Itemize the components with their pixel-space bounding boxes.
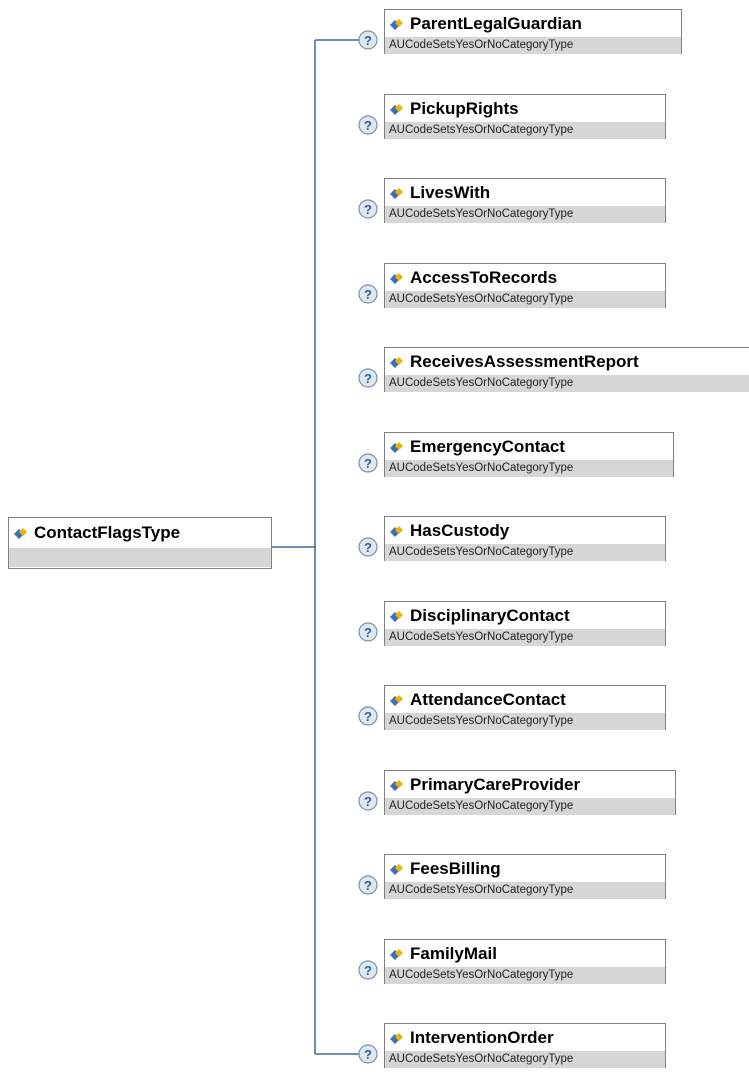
element-box-pickup-rights[interactable]: PickupRights AUCodeSetsYesOrNoCategoryTyp… bbox=[384, 94, 666, 139]
element-icon bbox=[390, 18, 403, 30]
element-name: InterventionOrder bbox=[410, 1027, 554, 1047]
element-box-parent-legal-guardian[interactable]: ParentLegalGuardian AUCodeSetsYesOrNoCate… bbox=[384, 9, 682, 54]
element-box-has-custody[interactable]: HasCustody AUCodeSetsYesOrNoCategoryType bbox=[384, 516, 666, 561]
optional-question-icon: ? bbox=[358, 30, 378, 50]
element-header: ParentLegalGuardian bbox=[385, 10, 681, 37]
element-icon bbox=[390, 694, 403, 706]
root-element-box[interactable]: ContactFlagsType bbox=[8, 517, 272, 569]
root-element-type bbox=[9, 548, 271, 567]
svg-text:?: ? bbox=[364, 287, 372, 302]
element-type: AUCodeSetsYesOrNoCategoryType bbox=[385, 967, 665, 984]
element-header: EmergencyContact bbox=[385, 433, 673, 460]
svg-text:?: ? bbox=[364, 963, 372, 978]
optional-question-icon: ? bbox=[358, 368, 378, 388]
element-icon bbox=[14, 528, 27, 539]
svg-text:?: ? bbox=[364, 794, 372, 809]
element-box-access-to-records[interactable]: AccessToRecords AUCodeSetsYesOrNoCategory… bbox=[384, 263, 666, 308]
element-header: FeesBilling bbox=[385, 855, 665, 882]
element-header: DisciplinaryContact bbox=[385, 602, 665, 629]
svg-text:?: ? bbox=[364, 456, 372, 471]
element-header: InterventionOrder bbox=[385, 1024, 665, 1051]
element-icon bbox=[390, 779, 403, 791]
element-type: AUCodeSetsYesOrNoCategoryType bbox=[385, 713, 665, 730]
svg-text:?: ? bbox=[364, 625, 372, 640]
element-box-receives-assessment-report[interactable]: ReceivesAssessmentReport AUCodeSetsYesOrN… bbox=[384, 347, 749, 392]
element-type: AUCodeSetsYesOrNoCategoryType bbox=[385, 882, 665, 899]
optional-question-icon: ? bbox=[358, 1044, 378, 1064]
element-type: AUCodeSetsYesOrNoCategoryType bbox=[385, 1051, 665, 1068]
optional-question-icon: ? bbox=[358, 453, 378, 473]
svg-text:?: ? bbox=[364, 371, 372, 386]
element-icon bbox=[390, 441, 403, 453]
element-name: PickupRights bbox=[410, 98, 519, 118]
optional-question-icon: ? bbox=[358, 706, 378, 726]
optional-question-icon: ? bbox=[358, 115, 378, 135]
svg-text:?: ? bbox=[364, 1047, 372, 1062]
optional-question-icon: ? bbox=[358, 537, 378, 557]
svg-text:?: ? bbox=[364, 118, 372, 133]
element-header: LivesWith bbox=[385, 179, 665, 206]
element-icon bbox=[390, 1032, 403, 1044]
element-header: AttendanceContact bbox=[385, 686, 665, 713]
element-box-intervention-order[interactable]: InterventionOrder AUCodeSetsYesOrNoCatego… bbox=[384, 1023, 666, 1068]
element-name: AccessToRecords bbox=[410, 267, 558, 287]
element-name: FeesBilling bbox=[410, 858, 501, 878]
svg-text:?: ? bbox=[364, 202, 372, 217]
element-type: AUCodeSetsYesOrNoCategoryType bbox=[385, 544, 665, 561]
optional-question-icon: ? bbox=[358, 199, 378, 219]
element-icon bbox=[390, 610, 403, 622]
element-type: AUCodeSetsYesOrNoCategoryType bbox=[385, 291, 665, 308]
optional-question-icon: ? bbox=[358, 284, 378, 304]
element-header: PrimaryCareProvider bbox=[385, 771, 675, 798]
element-box-lives-with[interactable]: LivesWith AUCodeSetsYesOrNoCategoryType bbox=[384, 178, 666, 223]
element-header: FamilyMail bbox=[385, 940, 665, 967]
element-name: FamilyMail bbox=[410, 943, 497, 963]
element-name: PrimaryCareProvider bbox=[410, 774, 581, 794]
root-element-name: ContactFlagsType bbox=[34, 523, 181, 542]
element-type: AUCodeSetsYesOrNoCategoryType bbox=[385, 206, 665, 223]
svg-text:?: ? bbox=[364, 878, 372, 893]
element-header: ReceivesAssessmentReport bbox=[385, 348, 749, 375]
element-name: AttendanceContact bbox=[410, 689, 566, 709]
element-icon bbox=[390, 525, 403, 537]
element-type: AUCodeSetsYesOrNoCategoryType bbox=[385, 798, 675, 815]
element-icon bbox=[390, 948, 403, 960]
element-type: AUCodeSetsYesOrNoCategoryType bbox=[385, 375, 749, 392]
element-type: AUCodeSetsYesOrNoCategoryType bbox=[385, 629, 665, 646]
element-icon bbox=[390, 356, 403, 368]
element-name: DisciplinaryContact bbox=[410, 605, 570, 625]
element-type: AUCodeSetsYesOrNoCategoryType bbox=[385, 37, 681, 54]
svg-text:?: ? bbox=[364, 33, 372, 48]
element-header: AccessToRecords bbox=[385, 264, 665, 291]
element-box-family-mail[interactable]: FamilyMail AUCodeSetsYesOrNoCategoryType bbox=[384, 939, 666, 984]
element-name: ParentLegalGuardian bbox=[410, 13, 582, 33]
element-icon bbox=[390, 103, 403, 115]
element-box-attendance-contact[interactable]: AttendanceContact AUCodeSetsYesOrNoCatego… bbox=[384, 685, 666, 730]
svg-text:?: ? bbox=[364, 709, 372, 724]
element-box-disciplinary-contact[interactable]: DisciplinaryContact AUCodeSetsYesOrNoCate… bbox=[384, 601, 666, 646]
optional-question-icon: ? bbox=[358, 875, 378, 895]
element-icon bbox=[390, 187, 403, 199]
element-box-fees-billing[interactable]: FeesBilling AUCodeSetsYesOrNoCategoryType bbox=[384, 854, 666, 899]
optional-question-icon: ? bbox=[358, 622, 378, 642]
element-box-emergency-contact[interactable]: EmergencyContact AUCodeSetsYesOrNoCategor… bbox=[384, 432, 674, 477]
element-name: ReceivesAssessmentReport bbox=[410, 351, 639, 371]
svg-text:?: ? bbox=[364, 540, 372, 555]
root-element-header: ContactFlagsType bbox=[9, 518, 271, 548]
element-type: AUCodeSetsYesOrNoCategoryType bbox=[385, 122, 665, 139]
element-icon bbox=[390, 272, 403, 284]
element-type: AUCodeSetsYesOrNoCategoryType bbox=[385, 460, 673, 477]
element-header: HasCustody bbox=[385, 517, 665, 544]
element-icon bbox=[390, 863, 403, 875]
optional-question-icon: ? bbox=[358, 960, 378, 980]
element-name: HasCustody bbox=[410, 520, 510, 540]
element-name: LivesWith bbox=[410, 182, 491, 202]
element-box-primary-care-provider[interactable]: PrimaryCareProvider AUCodeSetsYesOrNoCate… bbox=[384, 770, 676, 815]
element-name: EmergencyContact bbox=[410, 436, 565, 456]
element-header: PickupRights bbox=[385, 95, 665, 122]
optional-question-icon: ? bbox=[358, 791, 378, 811]
